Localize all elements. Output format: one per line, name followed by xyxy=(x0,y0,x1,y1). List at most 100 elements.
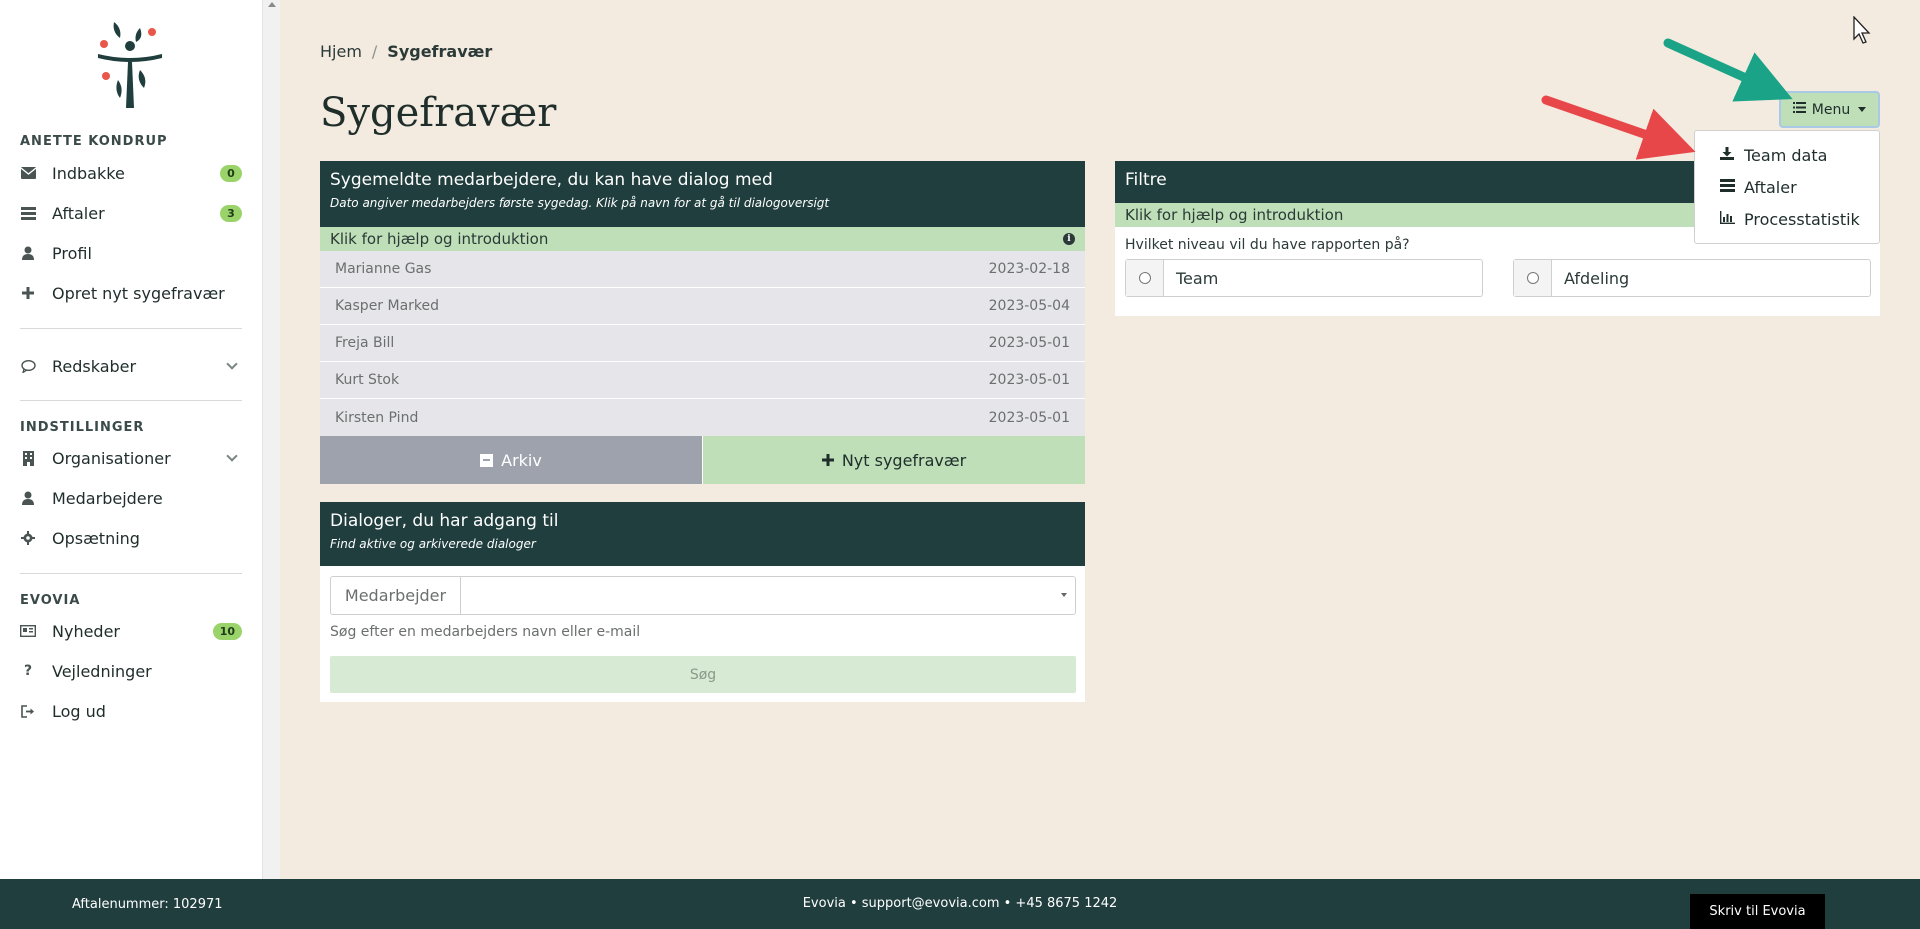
sick-date: 2023-05-01 xyxy=(988,335,1070,351)
breadcrumb-home-link[interactable]: Hjem xyxy=(320,42,362,61)
logout-icon xyxy=(20,703,36,719)
plus-icon xyxy=(821,454,834,466)
sidebar-item-indbakke[interactable]: Indbakke 0 xyxy=(20,155,242,191)
employee-name[interactable]: Kasper Marked xyxy=(335,298,439,314)
inbox-count-badge: 0 xyxy=(220,164,242,182)
sidebar-item-organisationer[interactable]: Organisationer xyxy=(20,440,242,476)
sick-employees-card: Sygemeldte medarbejdere, du kan have dia… xyxy=(320,161,1085,484)
menu-item-aftaler[interactable]: Aftaler xyxy=(1695,171,1879,203)
sidebar-item-label: Aftaler xyxy=(52,203,105,223)
bar-chart-icon xyxy=(1720,210,1736,228)
sidebar-item-log-ud[interactable]: Log ud xyxy=(20,693,242,729)
download-icon xyxy=(1720,146,1736,164)
teal-arrow xyxy=(1663,38,1793,102)
sidebar-item-label: Organisationer xyxy=(52,448,171,468)
menu-item-label: Processtatistik xyxy=(1744,209,1860,229)
radio-box xyxy=(1126,260,1164,296)
sidebar-item-opsaetning[interactable]: Opsætning xyxy=(20,520,242,556)
table-row[interactable]: Kirsten Pind 2023-05-01 xyxy=(320,399,1085,436)
dialog-card-subtitle: Find aktive og arkiverede dialoger xyxy=(330,537,536,551)
sidebar-divider xyxy=(20,328,242,329)
footer: Aftalenummer: 102971 Evovia • support@ev… xyxy=(0,879,1920,929)
envelope-icon xyxy=(20,165,36,181)
sidebar-item-redskaber[interactable]: Redskaber xyxy=(20,348,242,384)
building-icon xyxy=(20,450,36,466)
sidebar-item-label: Indbakke xyxy=(52,163,125,183)
radio-option-afdeling[interactable]: Afdeling xyxy=(1513,259,1871,297)
sick-card-title: Sygemeldte medarbejdere, du kan have dia… xyxy=(330,170,773,190)
page-title: Sygefravær xyxy=(320,90,557,136)
archive-button[interactable]: Arkiv xyxy=(320,436,702,484)
report-level-question: Hvilket niveau vil du have rapporten på? xyxy=(1125,237,1410,253)
new-sick-leave-label: Nyt sygefravær xyxy=(841,450,967,470)
evovia-section-title: EVOVIA xyxy=(20,593,81,608)
radio-option-team[interactable]: Team xyxy=(1125,259,1483,297)
team-radio[interactable] xyxy=(1138,272,1151,284)
sick-card-actions: Arkiv Nyt sygefravær xyxy=(320,436,1085,484)
menu-button-label: Menu xyxy=(1811,101,1851,118)
list-icon xyxy=(1720,178,1736,196)
table-row[interactable]: Kurt Stok 2023-05-01 xyxy=(320,362,1085,399)
dialog-card: Dialoger, du har adgang til Find aktive … xyxy=(320,502,1085,702)
help-bar-label: Klik for hjælp og introduktion xyxy=(1125,206,1344,224)
sidebar-scrollbar[interactable] xyxy=(262,0,280,879)
table-row[interactable]: Marianne Gas 2023-02-18 xyxy=(320,251,1085,288)
evovia-logo xyxy=(98,22,162,108)
sidebar-item-label: Opret nyt sygefravær xyxy=(52,283,225,303)
sidebar-item-label: Vejledninger xyxy=(52,661,152,681)
search-button[interactable]: Søg xyxy=(330,656,1076,693)
sidebar-item-label: Profil xyxy=(52,243,92,263)
archive-icon xyxy=(480,453,494,467)
afdeling-radio[interactable] xyxy=(1526,272,1539,284)
menu-item-processtatistik[interactable]: Processtatistik xyxy=(1695,203,1879,235)
archive-button-label: Arkiv xyxy=(501,450,542,470)
sidebar-item-profil[interactable]: Profil xyxy=(20,235,242,271)
user-name: ANETTE KONDRUP xyxy=(20,134,168,149)
new-sick-leave-button[interactable]: Nyt sygefravær xyxy=(702,436,1085,484)
sidebar-item-medarbejdere[interactable]: Medarbejdere xyxy=(20,480,242,516)
sidebar-item-label: Redskaber xyxy=(52,356,137,376)
aftaler-count-badge: 3 xyxy=(220,204,242,222)
write-to-evovia-button[interactable]: Skriv til Evovia xyxy=(1690,894,1825,929)
menu-item-team-data[interactable]: Team data xyxy=(1695,139,1879,171)
settings-section-title: INDSTILLINGER xyxy=(20,420,145,435)
employee-name[interactable]: Kurt Stok xyxy=(335,372,399,388)
employee-search-hint: Søg efter en medarbejders navn eller e-m… xyxy=(330,624,641,640)
sidebar-item-opret-sygefravaer[interactable]: Opret nyt sygefravær xyxy=(20,275,242,311)
sidebar-item-label: Opsætning xyxy=(52,528,140,548)
sidebar-item-nyheder[interactable]: Nyheder 10 xyxy=(20,613,242,649)
sick-card-help-bar[interactable]: Klik for hjælp og introduktion i xyxy=(320,227,1085,251)
table-row[interactable]: Freja Bill 2023-05-01 xyxy=(320,325,1085,362)
sidebar-divider xyxy=(20,400,242,401)
table-row[interactable]: Kasper Marked 2023-05-04 xyxy=(320,288,1085,325)
sidebar-item-vejledninger[interactable]: ? Vejledninger xyxy=(20,653,242,689)
menu-button[interactable]: Menu xyxy=(1779,91,1880,128)
question-icon: ? xyxy=(23,663,33,679)
sidebar: ANETTE KONDRUP Indbakke 0 Aftaler 3 Prof… xyxy=(0,0,262,879)
caret-down-icon xyxy=(1061,593,1067,597)
sick-card-subtitle: Dato angiver medarbejders første sygedag… xyxy=(330,196,830,210)
radio-box xyxy=(1514,260,1552,296)
list-icon xyxy=(1792,102,1806,117)
footer-contact: Evovia • support@evovia.com • +45 8675 1… xyxy=(802,896,1118,911)
employee-name[interactable]: Kirsten Pind xyxy=(335,410,418,426)
menu-item-label: Team data xyxy=(1744,145,1828,165)
sidebar-item-label: Log ud xyxy=(52,701,106,721)
employee-name[interactable]: Freja Bill xyxy=(335,335,394,351)
red-arrow xyxy=(1541,95,1696,160)
sidebar-item-aftaler[interactable]: Aftaler 3 xyxy=(20,195,242,231)
info-icon: i xyxy=(1063,233,1075,245)
employee-field-label: Medarbejder xyxy=(331,577,461,614)
breadcrumb-current: Sygefravær xyxy=(387,42,493,61)
caret-down-icon xyxy=(1858,107,1867,112)
scroll-up-arrow-icon[interactable] xyxy=(268,2,276,7)
employee-select[interactable] xyxy=(461,577,1075,614)
list-icon xyxy=(20,205,36,221)
plus-icon xyxy=(20,285,36,301)
newspaper-icon xyxy=(20,623,36,639)
chevron-down-icon xyxy=(226,358,238,370)
dialog-card-header: Dialoger, du har adgang til Find aktive … xyxy=(320,502,1085,566)
employee-name[interactable]: Marianne Gas xyxy=(335,261,431,277)
radio-label: Team xyxy=(1176,268,1219,288)
news-count-badge: 10 xyxy=(212,622,242,640)
